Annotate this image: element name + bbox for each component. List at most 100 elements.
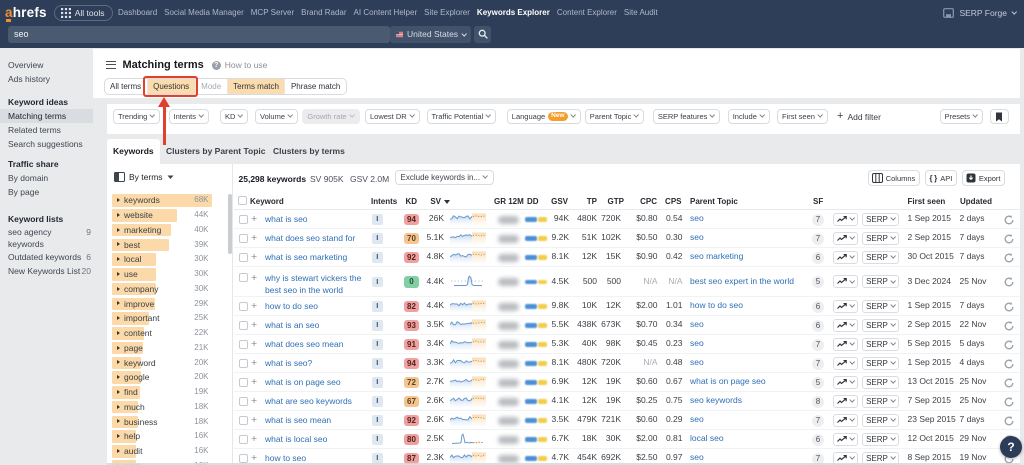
term-row-company[interactable]: company 30K	[107, 282, 232, 296]
tab-clusters-by-parent-topic[interactable]: Clusters by Parent Topic	[160, 139, 272, 164]
search-button[interactable]	[474, 25, 491, 43]
row-checkbox[interactable]	[239, 320, 248, 330]
keyword-link[interactable]: what is seo mean	[265, 415, 331, 425]
column-header-gsv[interactable]: GSV	[536, 197, 568, 206]
trend-chart-button[interactable]	[833, 337, 858, 351]
expand-triangle-icon[interactable]	[117, 286, 120, 291]
expand-triangle-icon[interactable]	[117, 345, 120, 350]
filter-include[interactable]: Include	[727, 109, 770, 124]
refresh-icon[interactable]	[1004, 339, 1014, 350]
filter-serp-features[interactable]: SERP features	[652, 109, 721, 124]
column-header-first-seen[interactable]: First seen	[908, 197, 946, 206]
refresh-icon[interactable]	[1004, 214, 1014, 225]
add-to-list-icon[interactable]: +	[251, 320, 257, 331]
keyword-link[interactable]: what are seo keywords	[265, 396, 352, 406]
add-to-list-icon[interactable]: +	[251, 415, 257, 426]
trend-chart-button[interactable]	[833, 231, 858, 245]
term-row-much[interactable]: much 18K	[107, 400, 232, 414]
expand-triangle-icon[interactable]	[117, 271, 120, 276]
row-checkbox[interactable]	[239, 301, 248, 311]
tab-keywords[interactable]: Keywords	[107, 139, 160, 164]
term-row-find[interactable]: find 19K	[107, 386, 232, 399]
serp-button[interactable]: SERP	[862, 375, 899, 389]
row-checkbox[interactable]	[239, 396, 248, 406]
help-chat-button[interactable]: ?	[1000, 436, 1022, 458]
keyword-search-input[interactable]: seo	[8, 25, 390, 43]
all-tools-button[interactable]: All tools	[53, 4, 113, 21]
hamburger-menu-icon[interactable]	[105, 61, 116, 69]
filter-parent-topic[interactable]: Parent Topic	[584, 109, 645, 124]
bookmark-button[interactable]	[989, 109, 1009, 124]
parent-topic-link[interactable]: seo	[690, 452, 704, 462]
row-checkbox[interactable]	[239, 339, 248, 349]
add-filter-button[interactable]: + Add filter	[837, 109, 881, 124]
expand-triangle-icon[interactable]	[117, 448, 120, 453]
serp-button[interactable]: SERP	[862, 413, 899, 427]
trend-chart-button[interactable]	[833, 356, 858, 370]
term-row-business[interactable]: business 18K	[107, 415, 232, 429]
nav-item-keywords-explorer[interactable]: Keywords Explorer	[473, 8, 553, 17]
segment-questions[interactable]: Questions	[146, 79, 195, 94]
parent-topic-link[interactable]: seo	[690, 213, 704, 223]
parent-topic-link[interactable]: best seo expert in the world	[690, 276, 794, 286]
refresh-icon[interactable]	[1004, 301, 1014, 312]
term-row-content[interactable]: content 22K	[107, 327, 232, 340]
filter-traffic-potential[interactable]: Traffic Potential	[426, 109, 497, 124]
filter-kd[interactable]: KD	[220, 109, 249, 124]
expand-triangle-icon[interactable]	[117, 404, 120, 409]
keyword-link[interactable]: what is local seo	[265, 434, 327, 444]
parent-topic-link[interactable]: seo	[690, 357, 704, 367]
term-row-help[interactable]: help 16K	[107, 430, 232, 443]
column-header-sf[interactable]: SF	[813, 197, 823, 206]
term-row-audit[interactable]: audit 16K	[107, 445, 232, 458]
keyword-link[interactable]: why is stewart vickers the best seo in t…	[265, 272, 369, 296]
term-row-keyword[interactable]: keyword 20K	[107, 356, 232, 370]
trend-chart-button[interactable]	[833, 250, 858, 264]
keyword-link[interactable]: what does seo stand for	[265, 233, 355, 243]
filter-volume[interactable]: Volume	[255, 109, 299, 124]
row-checkbox[interactable]	[239, 377, 248, 387]
sidebar-item-matching-terms[interactable]: Matching terms	[0, 109, 93, 123]
term-row-google[interactable]: google 20K	[107, 371, 232, 384]
row-checkbox[interactable]	[239, 358, 248, 368]
row-checkbox[interactable]	[239, 434, 248, 444]
expand-triangle-icon[interactable]	[117, 227, 120, 232]
term-row-use[interactable]: use 30K	[107, 268, 232, 281]
expand-triangle-icon[interactable]	[117, 434, 120, 439]
serp-button[interactable]: SERP	[862, 394, 899, 408]
keyword-link[interactable]: what is seo?	[265, 358, 312, 368]
nav-item-site-audit[interactable]: Site Audit	[620, 8, 661, 17]
column-header-cps[interactable]: CPS	[648, 197, 681, 206]
trend-chart-button[interactable]	[833, 318, 858, 332]
trend-chart-button[interactable]	[833, 375, 858, 389]
serp-button[interactable]: SERP	[862, 299, 899, 313]
serp-button[interactable]: SERP	[862, 337, 899, 351]
nav-item-ai-content-helper[interactable]: AI Content Helper	[350, 8, 421, 17]
column-header-gtp[interactable]: GTP	[588, 197, 624, 206]
trend-chart-button[interactable]	[833, 413, 858, 427]
trend-chart-button[interactable]	[833, 275, 858, 288]
filter-intents[interactable]: Intents	[168, 109, 210, 124]
nav-item-dashboard[interactable]: Dashboard	[115, 8, 161, 17]
column-header-sv[interactable]: SV	[420, 197, 450, 206]
sidebar-item-related-terms[interactable]: Related terms	[0, 123, 93, 137]
trend-chart-button[interactable]	[833, 299, 858, 313]
keyword-link[interactable]: how to do seo	[265, 301, 318, 311]
add-to-list-icon[interactable]: +	[251, 434, 257, 445]
column-header-gr-12m[interactable]: GR 12M	[494, 197, 524, 206]
row-checkbox[interactable]	[239, 252, 248, 262]
trend-chart-button[interactable]	[833, 432, 858, 446]
parent-topic-link[interactable]: what is on page seo	[690, 376, 766, 386]
expand-triangle-icon[interactable]	[117, 316, 120, 321]
columns-button[interactable]: Columns	[867, 170, 920, 186]
row-checkbox[interactable]	[239, 453, 248, 463]
expand-triangle-icon[interactable]	[117, 419, 120, 424]
row-checkbox[interactable]	[239, 415, 248, 425]
sidebar-item-outdated-keywords[interactable]: Outdated keywords 6	[0, 250, 93, 264]
serp-button[interactable]: SERP	[862, 231, 899, 245]
sidebar-item-by-domain[interactable]: By domain	[0, 171, 93, 185]
add-to-list-icon[interactable]: +	[251, 396, 257, 407]
serp-button[interactable]: SERP	[862, 275, 899, 288]
trend-chart-button[interactable]	[833, 394, 858, 408]
sidebar-item-by-page[interactable]: By page	[0, 185, 93, 199]
